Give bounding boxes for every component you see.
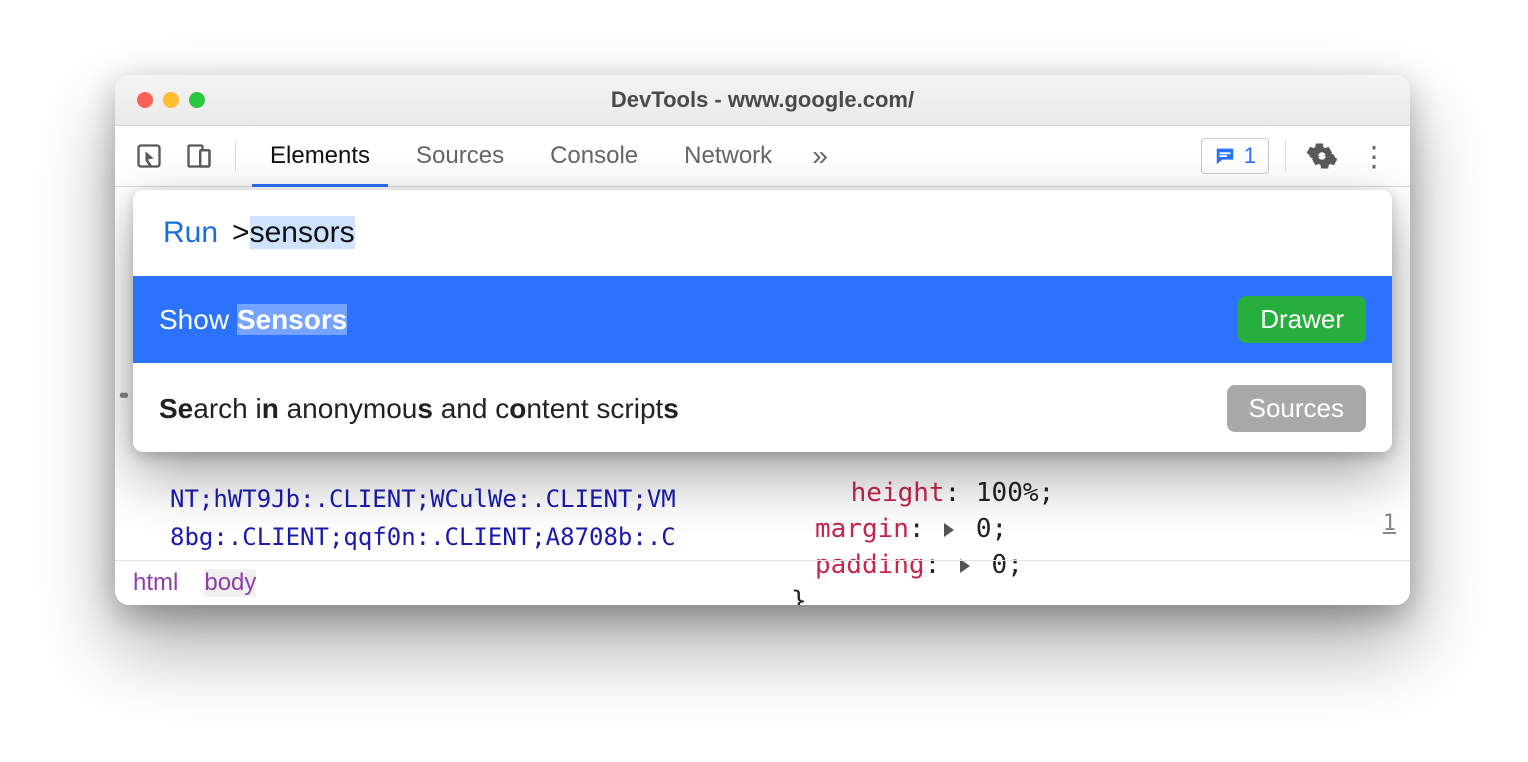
code-line: 8bg:.CLIENT;qqf0n:.CLIENT;A8708b:.C	[170, 518, 775, 556]
window-titlebar: DevTools - www.google.com/	[115, 75, 1410, 126]
separator	[235, 140, 236, 172]
breadcrumb: html body	[115, 560, 1410, 605]
more-tabs-icon[interactable]: »	[800, 140, 840, 172]
command-result-text: Search in anonymous and content scripts	[159, 393, 679, 425]
css-val: 100%	[976, 478, 1039, 508]
command-result-text: Show Sensors	[159, 304, 347, 336]
breadcrumb-item[interactable]: html	[133, 569, 178, 597]
command-result-row[interactable]: Search in anonymous and content scripts …	[133, 365, 1392, 452]
css-val: 0	[976, 514, 992, 544]
command-prefix: >	[232, 216, 250, 249]
dom-source-peek: NT;hWT9Jb:.CLIENT;WCulWe:.CLIENT;VM 8bg:…	[170, 480, 775, 556]
stylesheet-link[interactable]: 1	[1383, 511, 1396, 536]
command-query-text: sensors	[250, 216, 355, 249]
command-input-row[interactable]: Run >sensors	[133, 190, 1392, 276]
command-menu: Run >sensors Show Sensors Drawer Search …	[133, 190, 1392, 452]
drag-handle-icon[interactable]: ••	[119, 385, 125, 408]
css-prop: height	[851, 478, 945, 508]
command-result-row[interactable]: Show Sensors Drawer	[133, 276, 1392, 363]
issues-count: 1	[1244, 143, 1256, 169]
tab-elements[interactable]: Elements	[252, 126, 388, 186]
inspect-element-icon[interactable]	[129, 136, 169, 176]
issues-chip[interactable]: 1	[1201, 138, 1269, 174]
devtools-toolbar: Elements Sources Console Network » 1 ⋮	[115, 126, 1410, 187]
css-prop: margin	[815, 514, 909, 544]
code-line: NT;hWT9Jb:.CLIENT;WCulWe:.CLIENT;VM	[170, 480, 775, 518]
minimize-button[interactable]	[163, 92, 179, 108]
settings-gear-icon[interactable]	[1302, 136, 1342, 176]
chat-icon	[1214, 145, 1236, 167]
command-label: Run	[163, 216, 218, 250]
device-toolbar-icon[interactable]	[179, 136, 219, 176]
command-query: >sensors	[232, 216, 355, 250]
traffic-lights	[115, 92, 205, 108]
window-title: DevTools - www.google.com/	[115, 87, 1410, 113]
command-result-badge: Drawer	[1238, 296, 1366, 343]
command-result-badge: Sources	[1227, 385, 1366, 432]
separator	[1285, 140, 1286, 172]
tab-sources[interactable]: Sources	[398, 126, 522, 186]
collapse-triangle-icon[interactable]	[944, 523, 954, 537]
tab-network[interactable]: Network	[666, 126, 790, 186]
kebab-menu-icon[interactable]: ⋮	[1352, 140, 1396, 173]
breadcrumb-item[interactable]: body	[204, 569, 256, 597]
devtools-window: DevTools - www.google.com/ Elements Sour…	[115, 75, 1410, 605]
close-button[interactable]	[137, 92, 153, 108]
zoom-button[interactable]	[189, 92, 205, 108]
tab-console[interactable]: Console	[532, 126, 656, 186]
